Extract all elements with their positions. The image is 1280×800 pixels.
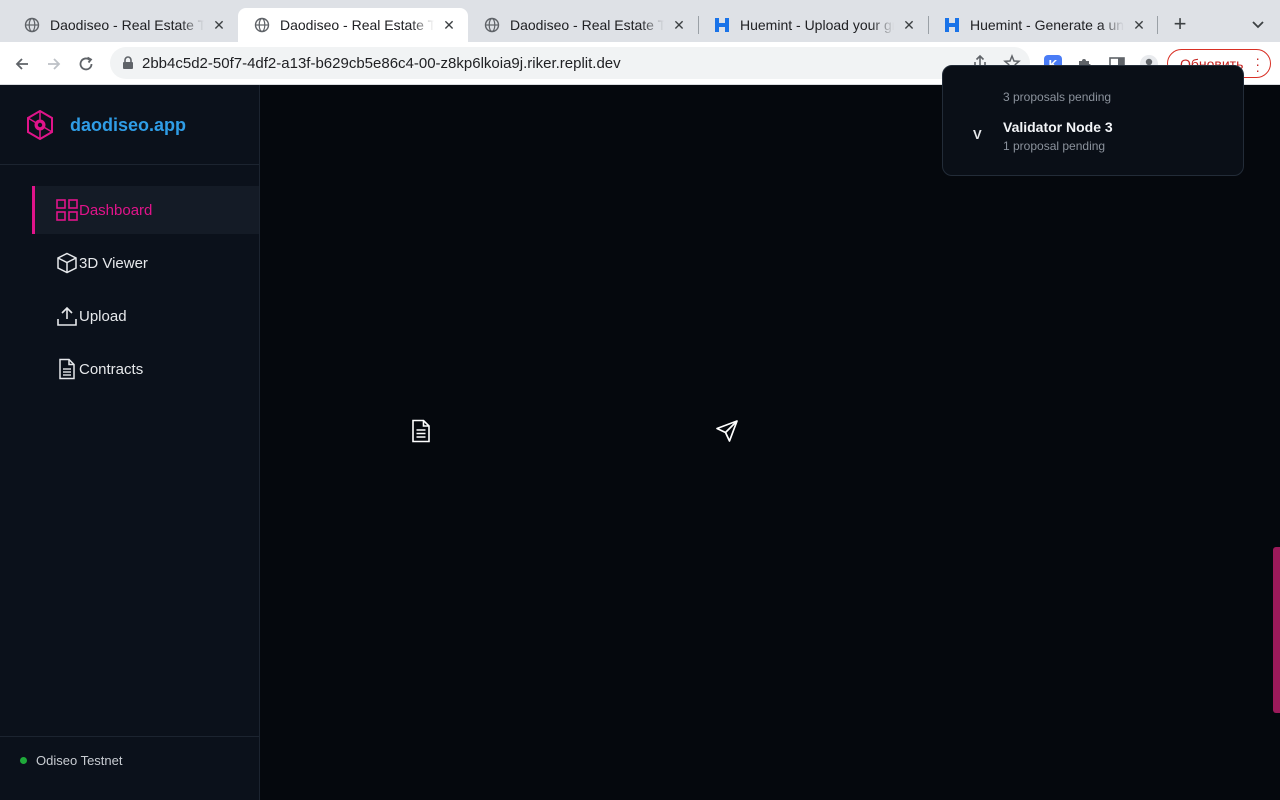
huemint-icon <box>944 17 960 33</box>
reload-icon[interactable] <box>72 50 100 78</box>
sidebar-item-contracts[interactable]: Contracts <box>32 345 259 393</box>
tab-title: Daodiseo - Real Estate Tokeniz <box>280 17 434 33</box>
validator-card: 3 proposals pending V Validator Node 3 1… <box>942 65 1244 176</box>
validator-avatar: V <box>973 127 982 142</box>
network-status: Odiseo Testnet <box>0 736 259 800</box>
lock-icon <box>122 56 134 75</box>
cube-icon <box>56 252 78 274</box>
status-dot <box>20 757 27 764</box>
validator-pending: 3 proposals pending <box>1003 90 1112 104</box>
chevron-down-icon[interactable] <box>1248 14 1268 34</box>
browser-tab[interactable]: Daodiseo - Real Estate Tokeniz ✕ <box>468 8 698 42</box>
address-bar[interactable]: 2bb4c5d2-50f7-4df2-a13f-b629cb5e86c4-00-… <box>110 47 1030 79</box>
tab-title: Daodiseo - Real Estate Tokeniz <box>50 17 204 33</box>
brand-name[interactable]: daodiseo.app <box>70 115 186 136</box>
browser-tab[interactable]: Huemint - Upload your graphic ✕ <box>698 8 928 42</box>
app-root: daodiseo.app Dashboard 3D Viewer Upload … <box>0 65 1280 800</box>
sidebar-item-label: 3D Viewer <box>79 254 148 272</box>
close-icon[interactable]: ✕ <box>210 16 228 34</box>
document-icon <box>56 358 78 380</box>
close-icon[interactable]: ✕ <box>440 16 458 34</box>
brand-header: daodiseo.app <box>0 85 259 165</box>
tab-title: Huemint - Upload your graphic <box>740 17 894 33</box>
browser-tab[interactable]: Daodiseo - Real Estate Tokeniz ✕ <box>8 8 238 42</box>
upload-icon <box>56 305 78 327</box>
sidebar-item-dashboard[interactable]: Dashboard <box>32 186 259 234</box>
daodiseo-logo-icon <box>27 110 53 140</box>
close-icon[interactable]: ✕ <box>900 16 918 34</box>
sidebar-item-3d-viewer[interactable]: 3D Viewer <box>32 239 259 287</box>
close-icon[interactable]: ✕ <box>670 16 688 34</box>
scrollbar-thumb[interactable] <box>1273 547 1280 713</box>
validator-pending: 1 proposal pending <box>1003 139 1106 153</box>
validator-name[interactable]: Validator Node 3 <box>1003 119 1113 135</box>
send-icon[interactable] <box>715 419 739 443</box>
back-arrow-icon[interactable] <box>8 50 36 78</box>
grid-icon <box>56 199 78 221</box>
browser-tab-bar: Daodiseo - Real Estate Tokeniz ✕ Daodise… <box>0 0 1280 42</box>
sidebar-item-label: Contracts <box>79 360 144 378</box>
tab-title: Huemint - Generate a unique c <box>970 17 1124 33</box>
tab-title: Daodiseo - Real Estate Tokeniz <box>510 17 664 33</box>
new-tab-button[interactable]: + <box>1168 11 1192 36</box>
sidebar-item-label: Dashboard <box>79 201 153 219</box>
sidebar-item-upload[interactable]: Upload <box>32 292 259 340</box>
url-text: 2bb4c5d2-50f7-4df2-a13f-b629cb5e86c4-00-… <box>142 55 621 72</box>
more-vertical-icon: · · · <box>1255 50 1260 78</box>
forward-arrow-icon[interactable] <box>40 50 68 78</box>
globe-icon <box>24 17 40 33</box>
close-icon[interactable]: ✕ <box>1130 16 1148 34</box>
tab-divider <box>1157 16 1158 34</box>
huemint-icon <box>714 17 730 33</box>
browser-tab[interactable]: Huemint - Generate a unique c ✕ <box>928 8 1158 42</box>
globe-icon <box>254 17 270 33</box>
globe-icon <box>484 17 500 33</box>
network-label: Odiseo Testnet <box>36 753 123 768</box>
sidebar-item-label: Upload <box>79 307 127 325</box>
sidebar: daodiseo.app Dashboard 3D Viewer Upload … <box>0 85 260 800</box>
document-icon[interactable] <box>409 419 433 443</box>
browser-tab-active[interactable]: Daodiseo - Real Estate Tokeniz ✕ <box>238 8 468 42</box>
